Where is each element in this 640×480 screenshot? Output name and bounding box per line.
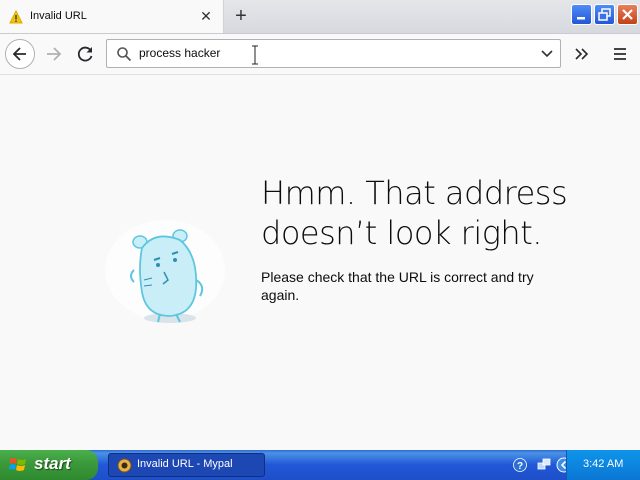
- overflow-button[interactable]: [570, 42, 594, 66]
- tab-invalid-url[interactable]: Invalid URL ✕: [0, 0, 224, 33]
- confused-creature-illustration: [100, 210, 230, 330]
- error-page: Hmm. That address doesn’t look right. Pl…: [0, 75, 640, 450]
- taskbar: start Invalid URL - Mypal ? 3:42 AM: [0, 450, 640, 480]
- restore-button[interactable]: [594, 4, 615, 25]
- start-button[interactable]: start: [0, 450, 98, 480]
- taskbar-item-browser[interactable]: Invalid URL - Mypal: [108, 453, 265, 477]
- taskbar-item-label: Invalid URL - Mypal: [137, 458, 233, 470]
- tab-title: Invalid URL: [30, 10, 87, 22]
- search-icon: [116, 46, 132, 62]
- text-cursor-icon: [252, 45, 258, 65]
- tab-strip: Invalid URL ✕ +: [0, 0, 640, 34]
- minimize-button[interactable]: [571, 4, 592, 25]
- error-message: Please check that the URL is correct and…: [261, 269, 534, 303]
- windows-logo-icon: [9, 456, 27, 474]
- forward-button[interactable]: [39, 39, 69, 69]
- network-icon[interactable]: [537, 457, 551, 471]
- url-bar[interactable]: process hacker: [106, 39, 561, 68]
- hamburger-menu-icon[interactable]: [608, 42, 632, 66]
- system-tray: 3:42 AM: [566, 450, 640, 480]
- help-icon[interactable]: ?: [513, 458, 527, 472]
- plus-icon[interactable]: +: [232, 6, 250, 26]
- warning-icon: [9, 9, 23, 24]
- url-input[interactable]: process hacker: [139, 40, 220, 67]
- browser-window: Invalid URL ✕ + process hacker Hmm. That…: [0, 0, 640, 450]
- close-icon[interactable]: ✕: [199, 9, 213, 23]
- start-label: start: [34, 454, 71, 473]
- error-title: Hmm. That address doesn’t look right.: [261, 174, 568, 252]
- reload-button[interactable]: [70, 39, 100, 69]
- chevron-down-icon[interactable]: [540, 46, 554, 60]
- window-close-button[interactable]: [617, 4, 638, 25]
- back-button[interactable]: [5, 39, 35, 69]
- clock[interactable]: 3:42 AM: [583, 458, 623, 470]
- svg-text:?: ?: [517, 461, 523, 472]
- browser-app-icon: [117, 458, 132, 473]
- navigation-toolbar: process hacker: [0, 34, 640, 75]
